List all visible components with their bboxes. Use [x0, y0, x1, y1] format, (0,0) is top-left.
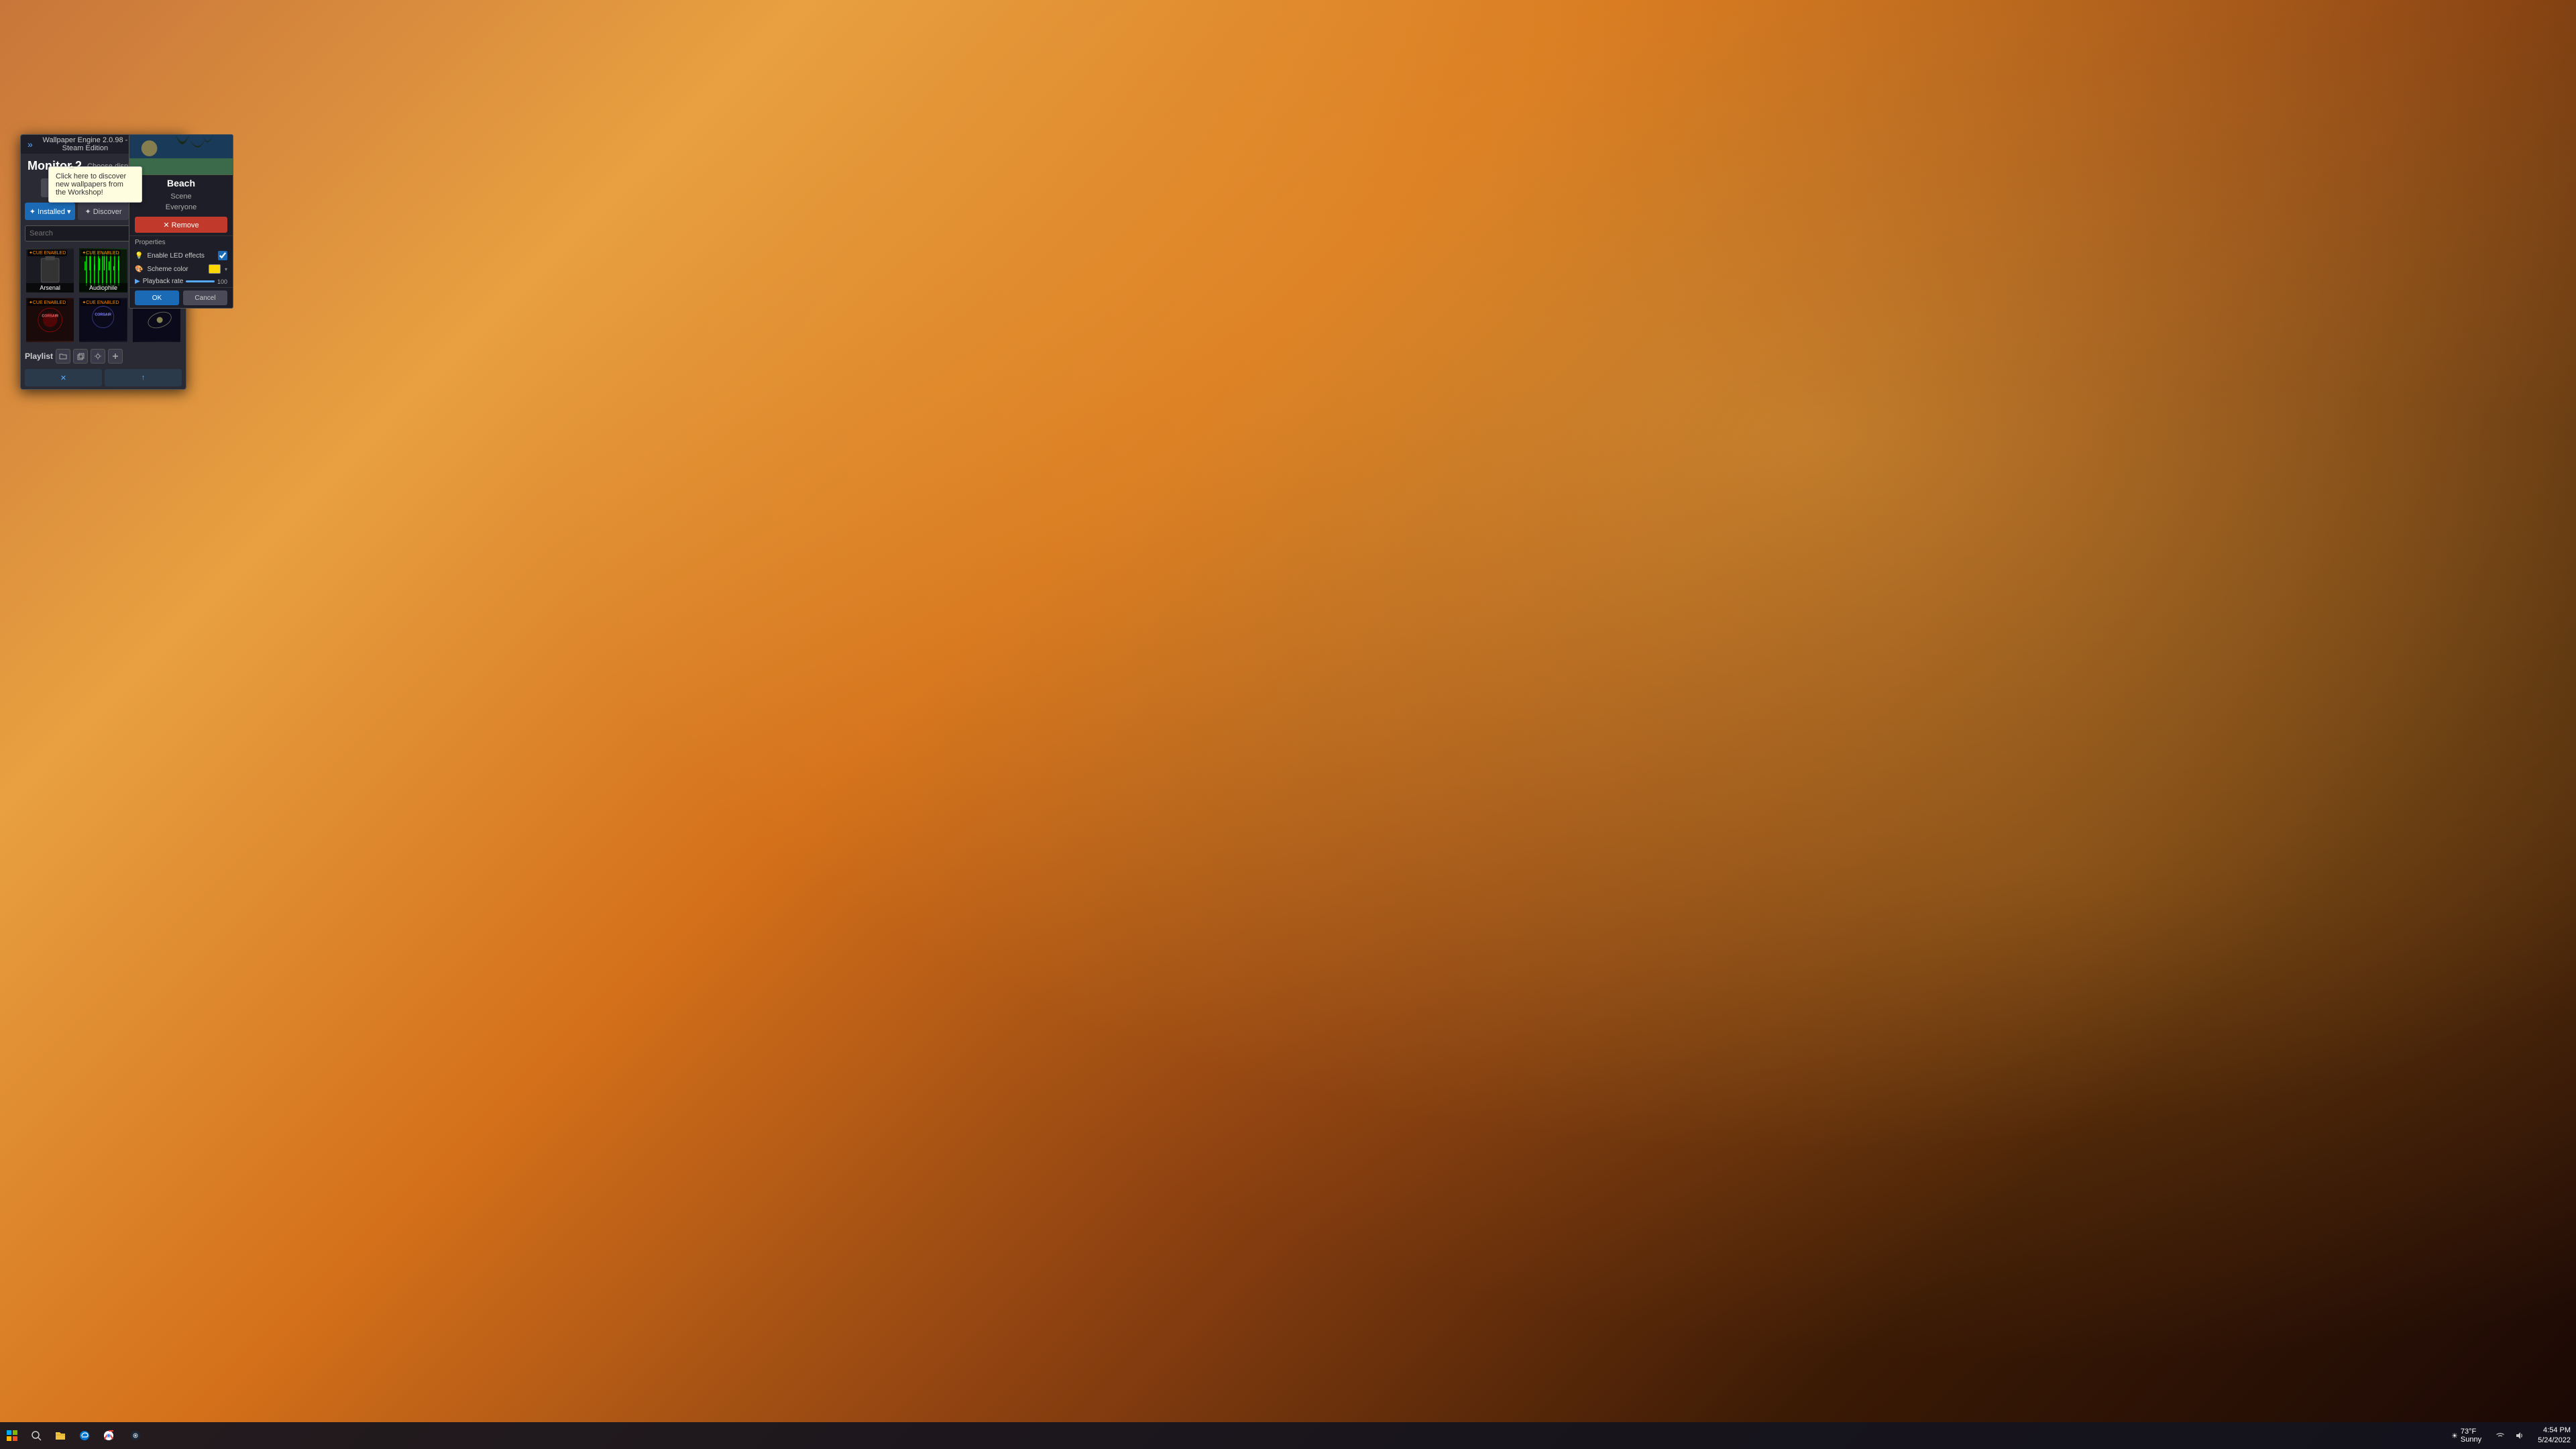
properties-header: Properties	[129, 235, 233, 249]
thumb-label-arsenal: Arsenal	[26, 283, 74, 292]
playlist-copy-btn[interactable]	[73, 349, 88, 364]
wallpaper-name: Beach	[129, 175, 233, 191]
playback-value: 100	[217, 278, 227, 285]
remove-button[interactable]: ✕ Remove	[135, 217, 227, 233]
thumb-label-audiophile: Audiophile	[79, 283, 127, 292]
wallpaper-type: Scene	[129, 191, 233, 202]
taskbar: ☀ 73°F Sunny 4:54 PM 5/24/2022	[0, 1422, 2576, 1449]
playback-rate-label: Playback rate	[143, 278, 184, 285]
ok-button[interactable]: OK	[135, 290, 179, 305]
steam-icon[interactable]	[123, 1424, 148, 1448]
color-swatch[interactable]	[209, 264, 221, 274]
search-taskbar-icon[interactable]	[24, 1424, 48, 1448]
tab-discover[interactable]: ✦ Discover	[78, 203, 128, 220]
cue-badge-cue1: ✦CUE ENABLED	[27, 299, 67, 306]
desktop-background	[0, 0, 2576, 1449]
playback-slider-fill	[186, 280, 215, 282]
discover-tooltip: Click here to discover new wallpapers fr…	[48, 166, 142, 203]
svg-text:CORSAIR: CORSAIR	[95, 313, 112, 317]
scheme-color-label: Scheme color	[147, 266, 205, 273]
playback-rate-row: ▶ Playback rate 100	[129, 276, 233, 287]
file-explorer-taskbar-icon[interactable]	[48, 1424, 72, 1448]
playback-slider-container: 100	[186, 278, 227, 285]
taskbar-weather: ☀ 73°F Sunny	[2446, 1428, 2487, 1444]
edge-taskbar-icon[interactable]	[72, 1424, 97, 1448]
cue-badge-cue2: ✦CUE ENABLED	[80, 299, 120, 306]
bottom-btn-row: ✕ ↑	[21, 366, 186, 389]
playlist-label: Playlist	[25, 352, 53, 361]
network-icon[interactable]	[2492, 1428, 2508, 1444]
weather-temp: 73°F	[2461, 1428, 2481, 1436]
wallpaper-thumb-cue2[interactable]: CORSAIR ✦CUE ENABLED	[78, 297, 128, 343]
action-buttons-row: OK Cancel	[129, 287, 233, 308]
weather-desc: Sunny	[2461, 1436, 2481, 1444]
weather-info: 73°F Sunny	[2461, 1428, 2481, 1444]
led-effects-label: Enable LED effects	[147, 252, 214, 260]
weather-icon: ☀	[2451, 1432, 2458, 1440]
window-title: Wallpaper Engine 2.0.98 - Steam Edition	[38, 136, 132, 152]
chrome-taskbar-icon[interactable]	[97, 1424, 121, 1448]
sound-icon[interactable]	[2511, 1428, 2527, 1444]
remove-from-playlist-button[interactable]: ✕	[25, 369, 102, 386]
color-chevron-icon[interactable]: ▾	[225, 266, 227, 272]
scheme-color-row: 🎨 Scheme color ▾	[129, 262, 233, 276]
tab-installed[interactable]: ✦ Installed ▾	[25, 203, 75, 220]
wallpaper-thumb-cue1[interactable]: CORSAIR ✦CUE ENABLED	[25, 297, 75, 343]
wallpaper-audience: Everyone	[129, 202, 233, 214]
collapse-icon[interactable]: »	[25, 138, 36, 151]
playback-slider[interactable]	[186, 280, 215, 282]
taskbar-system-icons	[2487, 1428, 2532, 1444]
taskbar-date-text: 5/24/2022	[2538, 1436, 2571, 1446]
taskbar-app-icons	[121, 1424, 1286, 1448]
led-effects-row: 💡 Enable LED effects	[129, 249, 233, 262]
led-effects-checkbox[interactable]	[218, 251, 227, 260]
playlist-add-btn[interactable]	[108, 349, 123, 364]
cancel-button[interactable]: Cancel	[183, 290, 227, 305]
wallpaper-thumb-arsenal[interactable]: ✦CUE ENABLED Arsenal	[25, 247, 75, 294]
play-icon: ▶	[135, 278, 140, 285]
led-icon: 💡	[135, 252, 143, 260]
playlist-gear-btn[interactable]	[91, 349, 105, 364]
upload-button[interactable]: ↑	[105, 369, 182, 386]
cue-badge-audiophile: ✦CUE ENABLED	[80, 250, 120, 256]
playlist-folder-btn[interactable]	[56, 349, 70, 364]
taskbar-time-text: 4:54 PM	[2538, 1426, 2571, 1436]
preview-panel: Click here to search the Workshop in det…	[129, 134, 233, 309]
playlist-row: Playlist	[21, 346, 186, 366]
taskbar-clock[interactable]: 4:54 PM 5/24/2022	[2532, 1426, 2576, 1446]
color-icon: 🎨	[135, 266, 143, 273]
wallpaper-thumb-audiophile[interactable]: ✦CUE ENABLED Audiophile	[78, 247, 128, 294]
cue-badge-arsenal: ✦CUE ENABLED	[27, 250, 67, 256]
preview-thumbnail	[129, 135, 233, 175]
start-button[interactable]	[0, 1424, 24, 1448]
